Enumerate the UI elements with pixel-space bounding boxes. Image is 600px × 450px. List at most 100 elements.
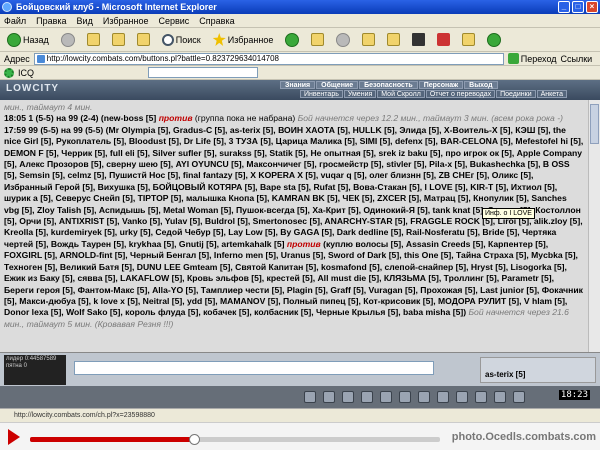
icq-search-input[interactable]	[148, 67, 259, 78]
nav-knowledge[interactable]: Знания	[280, 81, 316, 89]
media-button[interactable]	[409, 31, 428, 49]
nav-exit[interactable]: Выход	[464, 81, 498, 89]
close-button[interactable]: ×	[586, 1, 598, 13]
menu-help[interactable]: Справка	[199, 14, 234, 27]
minimize-button[interactable]: _	[558, 1, 570, 13]
history-button[interactable]	[282, 31, 302, 49]
addon-icon	[437, 33, 451, 46]
menu-view[interactable]: Вид	[77, 14, 93, 27]
favorites-button[interactable]: Избранное	[210, 31, 277, 49]
maximize-button[interactable]: □	[572, 1, 584, 13]
menu-tools[interactable]: Сервис	[158, 14, 189, 27]
messenger-icon	[487, 32, 502, 47]
nav-scroll[interactable]: Мой Скролл	[377, 90, 425, 98]
address-input[interactable]: http://lowcity.combats.com/buttons.pl?ba…	[33, 52, 504, 65]
nav-inventory[interactable]: Инвентарь	[300, 90, 343, 98]
links-label[interactable]: Ссылки	[561, 54, 593, 64]
back-button[interactable]: Назад	[4, 31, 52, 49]
print-button[interactable]	[333, 31, 353, 49]
status-widget: лидер 0:44587589 пятна 0	[4, 355, 66, 385]
scroll-thumb[interactable]	[590, 104, 599, 144]
tool-icon[interactable]	[342, 391, 354, 403]
tool-icon[interactable]	[399, 391, 411, 403]
edit-icon	[362, 33, 376, 46]
menu-file[interactable]: Файл	[4, 14, 26, 27]
back-arrow-icon	[7, 32, 21, 47]
icq-label[interactable]: ICQ	[18, 68, 34, 78]
play-icon[interactable]	[8, 429, 20, 445]
nav-transfers[interactable]: Отчет о переводах	[425, 90, 496, 98]
tool-icon[interactable]	[323, 391, 335, 403]
chat-line: мин., таймаут 4 мин.	[4, 102, 93, 112]
game-nav-bottom: Инвентарь Умения Мой Скролл Отчет о пере…	[300, 90, 567, 98]
menu-edit[interactable]: Правка	[36, 14, 66, 27]
icq-toolbar: ICQ	[0, 66, 600, 80]
ie-icon	[2, 2, 12, 12]
forward-button[interactable]	[58, 31, 78, 49]
user-name[interactable]: as-terix [5]	[485, 370, 525, 379]
video-progress-knob[interactable]	[189, 434, 200, 445]
nav-security[interactable]: Безопасность	[359, 81, 418, 89]
chat-versus: против	[158, 113, 193, 124]
folder-icon	[387, 33, 401, 46]
nav-battles[interactable]: Поединки	[496, 90, 536, 98]
ie-status-bar: http://lowcity.combats.com/ch.pl?x=23598…	[0, 408, 600, 422]
favorites-label: Избранное	[227, 34, 274, 45]
chat-line: 17:59 99 (5-5) на 99 (5-5) (Mr Olympia […	[4, 125, 584, 330]
dice-button[interactable]	[459, 31, 478, 49]
tool-icon[interactable]	[418, 391, 430, 403]
home-icon	[136, 33, 150, 46]
back-label: Назад	[23, 34, 49, 45]
menu-favorites[interactable]: Избранное	[103, 14, 149, 27]
messenger-button[interactable]	[484, 31, 504, 49]
folder-button[interactable]	[384, 31, 403, 49]
chat-line: 18:05 1 (5-5) на 99 (2-4) (new-boss [5] …	[4, 113, 584, 124]
chat-battle-list-opponents[interactable]: (куплю волосы [5], Assasin Creeds [5], К…	[4, 239, 583, 317]
address-label: Адрес	[4, 53, 30, 64]
edit-button[interactable]	[359, 31, 378, 49]
address-bar: Адрес http://lowcity.combats.com/buttons…	[0, 52, 600, 66]
user-panel: as-terix [5]	[480, 357, 596, 383]
chat-battle-list[interactable]: 17:59 99 (5-5) на 99 (5-5) (Mr Olympia […	[4, 125, 583, 249]
window-titlebar: Бойцовский клуб - Microsoft Internet Exp…	[0, 0, 600, 14]
tool-icon[interactable]	[494, 391, 506, 403]
game-clock: 18:23	[558, 390, 590, 400]
refresh-button[interactable]	[109, 31, 128, 49]
nav-communication[interactable]: Общение	[316, 81, 359, 89]
go-arrow-icon	[507, 53, 519, 64]
forward-arrow-icon	[60, 32, 75, 47]
go-button[interactable]: Переход	[507, 53, 557, 64]
media-icon	[412, 33, 426, 46]
widget-line: пятна 0	[6, 363, 27, 369]
home-button[interactable]	[134, 31, 153, 49]
toolbar: Назад Поиск Избранное	[0, 28, 600, 52]
game-nav-top: Знания Общение Безопасность Персонаж Вых…	[280, 81, 498, 89]
tool-icon[interactable]	[437, 391, 449, 403]
nav-character[interactable]: Персонаж	[418, 81, 464, 89]
chat-bottom-panel: лидер 0:44587589 пятна 0 as-terix [5]	[0, 352, 600, 386]
history-icon	[285, 32, 300, 47]
game-toolbar: 18:23	[0, 386, 600, 408]
chat-message-input[interactable]	[74, 361, 434, 375]
widget-line: лидер 0:44587589	[6, 356, 57, 362]
tool-icon[interactable]	[456, 391, 468, 403]
chat-time: 18:05	[4, 113, 26, 124]
search-button[interactable]: Поиск	[159, 31, 204, 49]
chat-scrollbar[interactable]	[588, 100, 600, 352]
tool-icon[interactable]	[513, 391, 525, 403]
tool-icon[interactable]	[380, 391, 392, 403]
tool-icon[interactable]	[361, 391, 373, 403]
game-header: LOWCITY Знания Общение Безопасность Перс…	[0, 80, 600, 100]
print-icon	[336, 32, 351, 47]
nav-profile[interactable]: Анкета	[536, 90, 567, 98]
video-player: photo.Ocedls.combats.com	[0, 422, 600, 450]
nav-skills[interactable]: Умения	[343, 90, 377, 98]
tool-icon[interactable]	[475, 391, 487, 403]
video-progress[interactable]	[30, 434, 440, 445]
stop-icon	[86, 33, 100, 46]
stop-button[interactable]	[84, 31, 103, 49]
addon-button[interactable]	[434, 31, 453, 49]
chat-versus: против	[286, 238, 321, 249]
mail-button[interactable]	[308, 31, 327, 49]
tool-icon[interactable]	[304, 391, 316, 403]
